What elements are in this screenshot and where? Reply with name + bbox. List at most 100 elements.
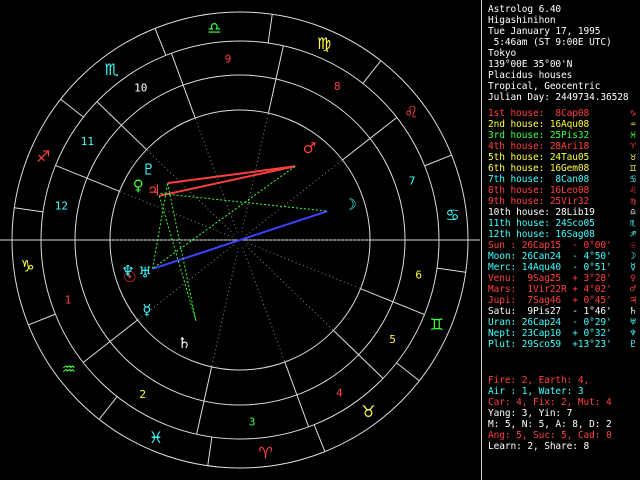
house-glyph-icon: ♉ [629, 152, 636, 163]
house-row: 1st house: 8Cap08 [488, 108, 590, 119]
house-number: 8 [334, 80, 341, 93]
planet-row: Mars: 1Vir22R + 4°02' [488, 284, 612, 295]
house-row: 12th house: 16Sag08 [488, 229, 595, 240]
zodiac-sign-icon: ♓ [149, 428, 163, 447]
info-panel: Astrolog 6.40 Higashinihon Tue January 1… [481, 0, 640, 480]
house-cusp-line [284, 361, 310, 427]
planet-glyph-icon: ♄ [629, 306, 636, 317]
planet-row: Plut: 29Sco59 +13°23' [488, 339, 612, 350]
house-cusp-dotted [137, 244, 235, 321]
house-cusp-line [55, 164, 120, 192]
chart-date: Tue January 17, 1995 [488, 26, 601, 37]
julian-day: Julian Day: 2449734.36528 [488, 92, 629, 103]
house-cusp-dotted [119, 190, 233, 238]
house-glyph-icon: ♌ [629, 185, 636, 196]
house-cusp-line [196, 366, 213, 435]
planet-row: Satu: 9Pis27 - 1°46' [488, 306, 612, 317]
planet-glyph-icon: ♂ [629, 284, 636, 295]
house-row: 2nd house: 16Aqu08 [488, 119, 590, 130]
planet-icon: ☽ [343, 196, 356, 214]
planet-row: Sun : 26Cap15 - 0°00' [488, 240, 612, 251]
sign-divider [267, 14, 273, 44]
house-cusp-line [267, 45, 284, 114]
planet-row: Uran: 26Cap24 - 0°29' [488, 317, 612, 328]
planet-row: Venu: 9Sag25 + 3°28' [488, 273, 612, 284]
app-title: Astrolog 6.40 [488, 4, 562, 15]
zodiac-sign-icon: ♐ [36, 147, 50, 166]
house-system: Placidus houses [488, 70, 573, 81]
planet-icon: ♆ [121, 262, 134, 280]
stat-row: Ang: 5, Suc: 5, Cad: 0 [488, 430, 612, 441]
sign-divider [98, 396, 118, 420]
stat-row: Learn: 2, Share: 8 [488, 441, 590, 452]
aspect-lines [152, 165, 328, 321]
house-number: 2 [139, 388, 146, 401]
aspect-line [167, 183, 197, 321]
planet-glyph-icon: ☽ [629, 251, 636, 262]
chart-place: Tokyo [488, 48, 517, 59]
stat-row: Car: 4, Fix: 2, Mut: 4 [488, 397, 612, 408]
planet-glyphs: ☉☽☿♀♂♃♄♅♆♇ [121, 139, 357, 352]
house-cusp-line [360, 288, 425, 316]
house-number: 4 [336, 387, 343, 400]
zodiac-sign-icon: ♈ [258, 443, 272, 462]
house-glyph-icon: ♍ [629, 196, 636, 207]
planet-glyph-icon: ♆ [629, 328, 636, 339]
house-glyph-icon: ♋ [629, 174, 636, 185]
planet-icon: ♅ [138, 263, 151, 281]
sign-divider [154, 28, 167, 56]
house-glyph-icon: ♓ [629, 130, 636, 141]
planet-icon: ♇ [142, 160, 155, 178]
house-cusp-line [342, 117, 398, 161]
chart-coords: 139°00E 35°00'N [488, 59, 573, 70]
house-row: 3rd house: 25Pis32 [488, 130, 590, 141]
planet-row: Moon: 26Can24 - 4°50' [488, 251, 612, 262]
planet-glyph-icon: ♀ [629, 273, 636, 284]
house-cusp-line [82, 319, 138, 363]
sign-divider [28, 313, 56, 326]
house-number: 1 [65, 293, 72, 306]
house-row: 4th house: 28Ari18 [488, 141, 590, 152]
zodiac-sign-icon: ♑ [20, 257, 34, 276]
house-row: 11th house: 24Sco05 [488, 218, 595, 229]
zodiac-sign-icon: ♒ [62, 359, 76, 378]
chart-wheel: 123456789101112 ♈♉♊♋♌♍♎♏♐♑♒♓ ☉☽☿♀♂♃♄♅♆♇ [0, 11, 480, 469]
house-glyph-icon: ♊ [629, 163, 636, 174]
house-number: 10 [134, 81, 147, 94]
chart-name: Higashinihon [488, 15, 556, 26]
sign-divider [14, 207, 44, 213]
zodiac-sign-icon: ♉ [361, 402, 375, 421]
house-glyph-icon: ♑ [629, 108, 636, 119]
planet-row: Jupi: 7Sag46 + 0°45' [488, 295, 612, 306]
zodiac-sign-icon: ♎ [207, 19, 221, 38]
planet-glyph-icon: ☿ [629, 262, 636, 273]
house-number: 3 [249, 416, 256, 429]
planet-glyph-icon: ♅ [629, 317, 636, 328]
zodiac-sign-icon: ♊ [430, 315, 444, 334]
house-row: 8th house: 16Leo08 [488, 185, 590, 196]
planet-icon: ♂ [303, 139, 316, 157]
house-glyph-icon: ♐ [629, 229, 636, 240]
sign-divider [313, 424, 326, 452]
stat-row: Air : 1, Water: 3 [488, 386, 584, 397]
sign-divider [207, 436, 213, 466]
sign-divider [424, 154, 452, 167]
house-glyph-icon: ♏ [629, 218, 636, 229]
aspect-line [160, 193, 328, 212]
planet-glyph-icon: ☉ [629, 240, 636, 251]
house-cusp-dotted [242, 247, 286, 363]
sign-divider [60, 98, 84, 118]
planet-icon: ☿ [142, 301, 151, 319]
stat-row: M: 5, N: 5, A: 8, D: 2 [488, 419, 612, 430]
planet-icon: ♃ [147, 181, 160, 199]
house-row: 5th house: 24Tau05 [488, 152, 590, 163]
house-glyph-icon: ♎ [629, 207, 636, 218]
zodiac-sign-icon: ♋ [445, 205, 459, 224]
planet-glyph-icon: ♇ [629, 339, 636, 350]
planet-icon: ♄ [178, 334, 191, 352]
planet-glyph-icon: ♃ [629, 295, 636, 306]
house-row: 7th house: 8Can08 [488, 174, 590, 185]
house-number: 11 [81, 135, 94, 148]
stat-row: Yang: 3, Yin: 7 [488, 408, 573, 419]
planet-row: Nept: 23Cap10 + 0°32' [488, 328, 612, 339]
